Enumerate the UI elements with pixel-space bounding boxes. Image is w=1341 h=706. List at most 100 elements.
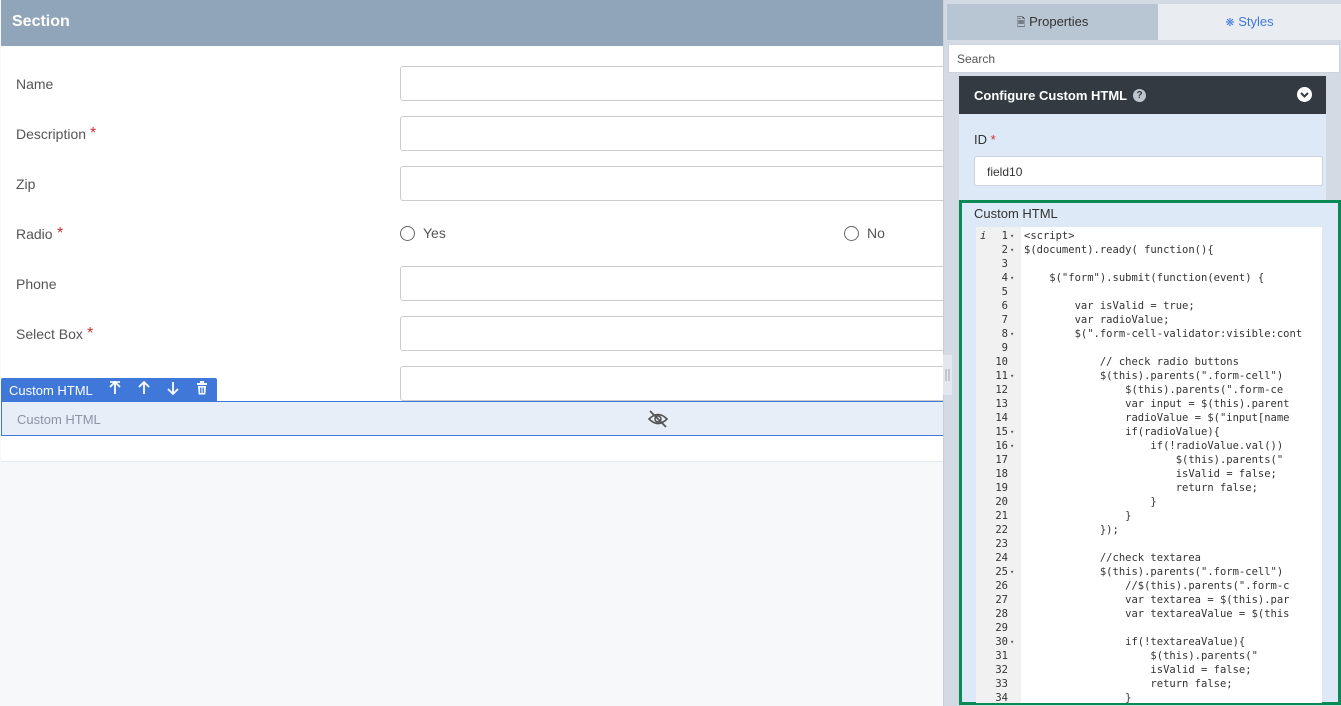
- code-text: // check radio buttons: [1024, 356, 1239, 368]
- id-value: field10: [987, 165, 1023, 179]
- code-text: $(".form-cell-validator:visible:cont: [1024, 328, 1303, 340]
- fold-arrow-icon[interactable]: ▾: [1010, 635, 1014, 649]
- required-marker: *: [990, 132, 996, 147]
- custom-html-label: Custom HTML: [974, 206, 1058, 221]
- hidden-eye-icon: [647, 409, 669, 434]
- panel-search-input[interactable]: Search: [948, 44, 1340, 73]
- line-number: 5: [1001, 286, 1008, 298]
- code-line: 3: [976, 257, 1322, 271]
- code-text: var textarea = $(this).par: [1024, 594, 1290, 606]
- line-number: 17: [995, 454, 1008, 466]
- fold-arrow-icon[interactable]: ▾: [1010, 327, 1014, 341]
- search-placeholder: Search: [957, 52, 996, 66]
- code-line: 24 //check textarea: [976, 551, 1322, 565]
- radio-circle-icon[interactable]: [400, 225, 415, 241]
- delete-icon[interactable]: [188, 381, 217, 399]
- code-line: 10 // check radio buttons: [976, 355, 1322, 369]
- line-number: 1: [1001, 230, 1008, 242]
- code-text: var isValid = true;: [1024, 300, 1195, 312]
- fold-arrow-icon[interactable]: ▾: [1010, 425, 1014, 439]
- id-label-text: ID: [974, 132, 987, 147]
- line-number: 10: [995, 356, 1008, 368]
- line-number: 6: [1001, 300, 1008, 312]
- custom-html-element[interactable]: Custom HTML: [1, 401, 945, 436]
- required-marker: *: [90, 125, 97, 142]
- code-line: 23: [976, 537, 1322, 551]
- required-marker: *: [87, 325, 94, 342]
- radio-circle-icon[interactable]: [844, 225, 859, 241]
- required-marker: *: [57, 225, 64, 242]
- tab-properties-label: Properties: [1029, 14, 1089, 29]
- code-text: if(!radioValue.val()): [1024, 440, 1284, 452]
- config-header[interactable]: Configure Custom HTML ?: [959, 76, 1326, 114]
- code-line: 21 }: [976, 509, 1322, 523]
- code-line: 15 ▾ if(radioValue){: [976, 425, 1322, 439]
- form-canvas: Section Name Description * Zip Radio * Yes No Ph…: [0, 0, 960, 706]
- code-line: 13 var input = $(this).parent: [976, 397, 1322, 411]
- field-label: Select Box: [16, 326, 83, 342]
- code-line: 29: [976, 621, 1322, 635]
- panel-resize-handle[interactable]: [943, 355, 952, 395]
- id-field[interactable]: field10: [974, 156, 1323, 186]
- form-row: Name: [1, 59, 960, 109]
- code-line: 6 var isValid = true;: [976, 299, 1322, 313]
- line-number: 4: [1001, 272, 1008, 284]
- code-text: });: [1024, 524, 1119, 536]
- code-editor[interactable]: i 1 ▾ <script> 2 ▾ $(document).ready( function…: [976, 227, 1322, 703]
- form-row: Radio * Yes No: [1, 209, 945, 259]
- code-line: 16 ▾ if(!radioValue.val()): [976, 439, 1322, 453]
- config-body: ID * field10: [959, 114, 1326, 200]
- code-text: }: [1024, 496, 1157, 508]
- text-input[interactable]: [400, 66, 960, 101]
- radio-option[interactable]: No: [844, 208, 885, 258]
- section-header[interactable]: Section: [1, 0, 945, 46]
- radio-option-label: Yes: [423, 225, 446, 241]
- code-line: 34 }: [976, 691, 1322, 703]
- code-text: }: [1024, 692, 1132, 703]
- line-number: 3: [1001, 258, 1008, 270]
- move-up-icon[interactable]: [130, 380, 159, 399]
- code-line: 33 return false;: [976, 677, 1322, 691]
- text-input[interactable]: [400, 316, 960, 351]
- chevron-down-icon[interactable]: [1297, 87, 1312, 102]
- text-input[interactable]: [400, 366, 960, 401]
- code-text: var radioValue;: [1024, 314, 1170, 326]
- line-number: 9: [1001, 342, 1008, 354]
- fold-arrow-icon[interactable]: ▾: [1010, 369, 1014, 383]
- code-line: 8 ▾ $(".form-cell-validator:visible:cont: [976, 327, 1322, 341]
- fold-arrow-icon[interactable]: ▾: [1010, 243, 1014, 257]
- line-number: 16: [995, 440, 1008, 452]
- line-number: 14: [995, 412, 1008, 424]
- line-number: 23: [995, 538, 1008, 550]
- tab-styles[interactable]: ❋ Styles: [1158, 4, 1341, 40]
- code-text: isValid = false;: [1024, 664, 1252, 676]
- text-input[interactable]: [400, 116, 960, 151]
- code-line: 11 ▾ $(this).parents(".form-cell"): [976, 369, 1322, 383]
- code-text: $("form").submit(function(event) {: [1024, 272, 1265, 284]
- help-icon[interactable]: ?: [1133, 88, 1147, 102]
- fold-arrow-icon[interactable]: ▾: [1010, 565, 1014, 579]
- move-down-icon[interactable]: [159, 381, 188, 399]
- line-number: 12: [995, 384, 1008, 396]
- code-line: i 1 ▾ <script>: [976, 229, 1322, 243]
- fold-arrow-icon[interactable]: ▾: [1010, 229, 1014, 243]
- line-number: 30: [995, 636, 1008, 648]
- code-text: $(this).parents(": [1024, 650, 1258, 662]
- line-number: 21: [995, 510, 1008, 522]
- code-line: 26 //$(this).parents(".form-c: [976, 579, 1322, 593]
- fold-arrow-icon[interactable]: ▾: [1010, 271, 1014, 285]
- fold-arrow-icon[interactable]: ▾: [1010, 439, 1014, 453]
- line-number: 22: [995, 524, 1008, 536]
- code-line: 25 ▾ $(this).parents(".form-cell"): [976, 565, 1322, 579]
- line-number: 7: [1001, 314, 1008, 326]
- tab-properties[interactable]: 🗎 Properties: [947, 4, 1158, 40]
- text-input[interactable]: [400, 266, 960, 301]
- code-text: radioValue = $("input[name: [1024, 412, 1290, 424]
- radio-option-label: No: [867, 225, 885, 241]
- text-input[interactable]: [400, 166, 960, 201]
- radio-option[interactable]: Yes: [400, 208, 446, 258]
- line-number: 13: [995, 398, 1008, 410]
- move-top-icon[interactable]: [101, 380, 130, 399]
- form-row: Zip: [1, 159, 960, 209]
- code-line: 32 isValid = false;: [976, 663, 1322, 677]
